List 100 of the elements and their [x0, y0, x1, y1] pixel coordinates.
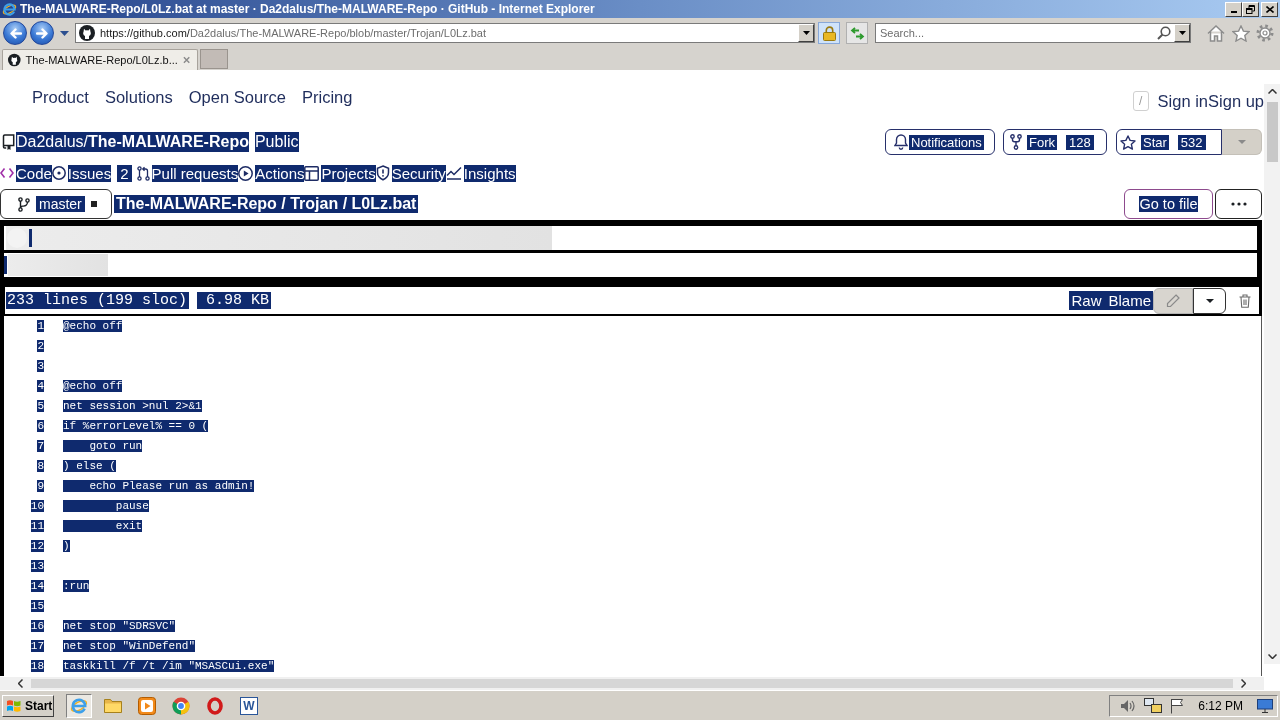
line-number: 18 [30, 660, 44, 672]
bell-icon [894, 134, 908, 150]
line-number: 15 [30, 600, 44, 612]
vertical-scrollbar[interactable] [1264, 84, 1280, 664]
book-icon [2, 134, 15, 150]
lock-icon [822, 25, 836, 41]
notifications-button[interactable]: Notifications [885, 129, 995, 155]
pencil-icon [1166, 293, 1180, 308]
speaker-icon[interactable] [1120, 698, 1137, 713]
scroll-down-icon[interactable] [1267, 654, 1277, 659]
star-button[interactable]: Star 532 [1116, 129, 1222, 155]
line-number: 14 [30, 580, 44, 592]
url-text: https://github.com/Da2dalus/The-MALWARE-Repo/blob/master/Trojan/L0Lz.bat [100, 27, 486, 39]
restore-icon [1246, 4, 1255, 14]
close-icon [1265, 5, 1274, 13]
fork-button[interactable]: Fork 128 [1003, 129, 1107, 155]
wheel-icon [172, 696, 190, 715]
media-player-icon [138, 696, 156, 715]
trash-icon[interactable] [1239, 293, 1251, 308]
more-options-button[interactable] [1215, 189, 1262, 219]
start-button[interactable]: Start [2, 694, 54, 717]
line-number: 17 [30, 640, 44, 652]
visibility-label: Public [254, 132, 299, 152]
search-box[interactable]: Search... [875, 23, 1191, 43]
nav-link[interactable]: Product [32, 87, 89, 107]
forward-arrow-icon [35, 27, 49, 39]
address-dropdown-button[interactable] [798, 24, 814, 42]
close-button[interactable] [1261, 1, 1278, 17]
caret-icon [59, 30, 69, 36]
sign-in-link[interactable]: Sign in [1157, 91, 1209, 111]
browser-logo-icon [70, 696, 88, 715]
line-number: 13 [30, 560, 44, 572]
fork-icon [1010, 134, 1022, 150]
browser-tab[interactable]: The-MALWARE-Repo/L0Lz.b... [2, 49, 198, 70]
restore-button[interactable] [1242, 1, 1259, 17]
site-logo-icon [8, 53, 21, 67]
flag-icon[interactable] [1170, 697, 1185, 714]
file-action-button[interactable]: Raw [1069, 291, 1107, 310]
minimize-icon [1230, 10, 1237, 13]
line-number: 8 [37, 460, 44, 472]
square-icon [90, 201, 97, 207]
monitor-icon[interactable] [1257, 698, 1273, 713]
line-number: 2 [37, 340, 44, 352]
scroll-right-icon[interactable] [1241, 679, 1246, 688]
search-dropdown-button[interactable] [1174, 24, 1190, 42]
line-number: 9 [37, 480, 44, 492]
nav-link[interactable]: Pricing [302, 87, 353, 107]
back-button[interactable] [3, 21, 27, 45]
horizontal-scrollbar[interactable] [0, 677, 1264, 690]
forward-button[interactable] [30, 21, 54, 45]
file-action-button[interactable]: Blame [1106, 291, 1153, 310]
line-number: 3 [37, 360, 44, 372]
scroll-left-icon[interactable] [18, 679, 23, 688]
folder-icon [104, 698, 122, 713]
star-icon [1120, 134, 1136, 150]
refresh-icon [849, 26, 865, 40]
caret-icon [1178, 31, 1186, 35]
network-icon[interactable] [1144, 697, 1163, 714]
line-count: 233 lines (199 sloc) [6, 292, 190, 309]
scroll-up-icon[interactable] [1267, 89, 1277, 94]
line-number: 5 [37, 400, 44, 412]
settings-icon[interactable] [1256, 24, 1274, 42]
search-icon[interactable] [1157, 26, 1171, 40]
caret-icon [1237, 140, 1246, 144]
line-number: 7 [37, 440, 44, 452]
close-icon[interactable] [182, 56, 190, 64]
branch-selector-button[interactable]: master [0, 189, 112, 219]
scrollbar-thumb[interactable] [1266, 102, 1278, 162]
line-number: 6 [37, 420, 44, 432]
star-icon[interactable] [1232, 24, 1250, 42]
back-arrow-icon [8, 27, 22, 39]
go-to-file-button[interactable]: Go to file [1124, 189, 1213, 219]
window-title: The-MALWARE-Repo/L0Lz.bat at master · Da2dalus/The-MALWARE-Repo · GitHub - Internet Explorer [20, 2, 595, 16]
text-cursor-icon [29, 229, 32, 247]
search-input[interactable]: Search... [876, 25, 1154, 41]
minimize-button[interactable] [1225, 1, 1242, 17]
repo-title-link[interactable]: Da2dalus/The-MALWARE-Repo [16, 132, 249, 152]
refresh-button[interactable] [846, 22, 868, 44]
line-number: 16 [30, 620, 44, 632]
clock[interactable]: 6:12 PM [1198, 698, 1243, 713]
sign-up-link[interactable]: Sign up [1208, 91, 1264, 111]
taskbar-app-button[interactable] [66, 693, 92, 718]
shortcut-key-hint: / [1132, 91, 1149, 111]
caret-icon [802, 31, 810, 35]
nav-link[interactable]: Solutions [104, 87, 173, 107]
address-field[interactable]: https://github.com/Da2dalus/The-MALWARE-Repo/blob/master/Trojan/L0Lz.bat [75, 23, 815, 43]
nav-link[interactable]: Open Source [188, 87, 286, 107]
caret-icon [1205, 298, 1214, 303]
line-number: 11 [30, 520, 44, 532]
more-icon [1230, 202, 1247, 206]
scrollbar-thumb[interactable] [31, 679, 1233, 688]
line-number: 12 [30, 540, 44, 552]
start-logo-icon [6, 698, 22, 713]
home-icon[interactable] [1207, 24, 1225, 42]
branch-icon [18, 196, 30, 212]
line-number: 10 [30, 500, 44, 512]
text-cursor-icon [4, 256, 7, 274]
star-dropdown-button[interactable] [1222, 129, 1262, 155]
browser-logo-icon [2, 1, 17, 17]
edit-dropdown-button[interactable] [1193, 287, 1226, 314]
